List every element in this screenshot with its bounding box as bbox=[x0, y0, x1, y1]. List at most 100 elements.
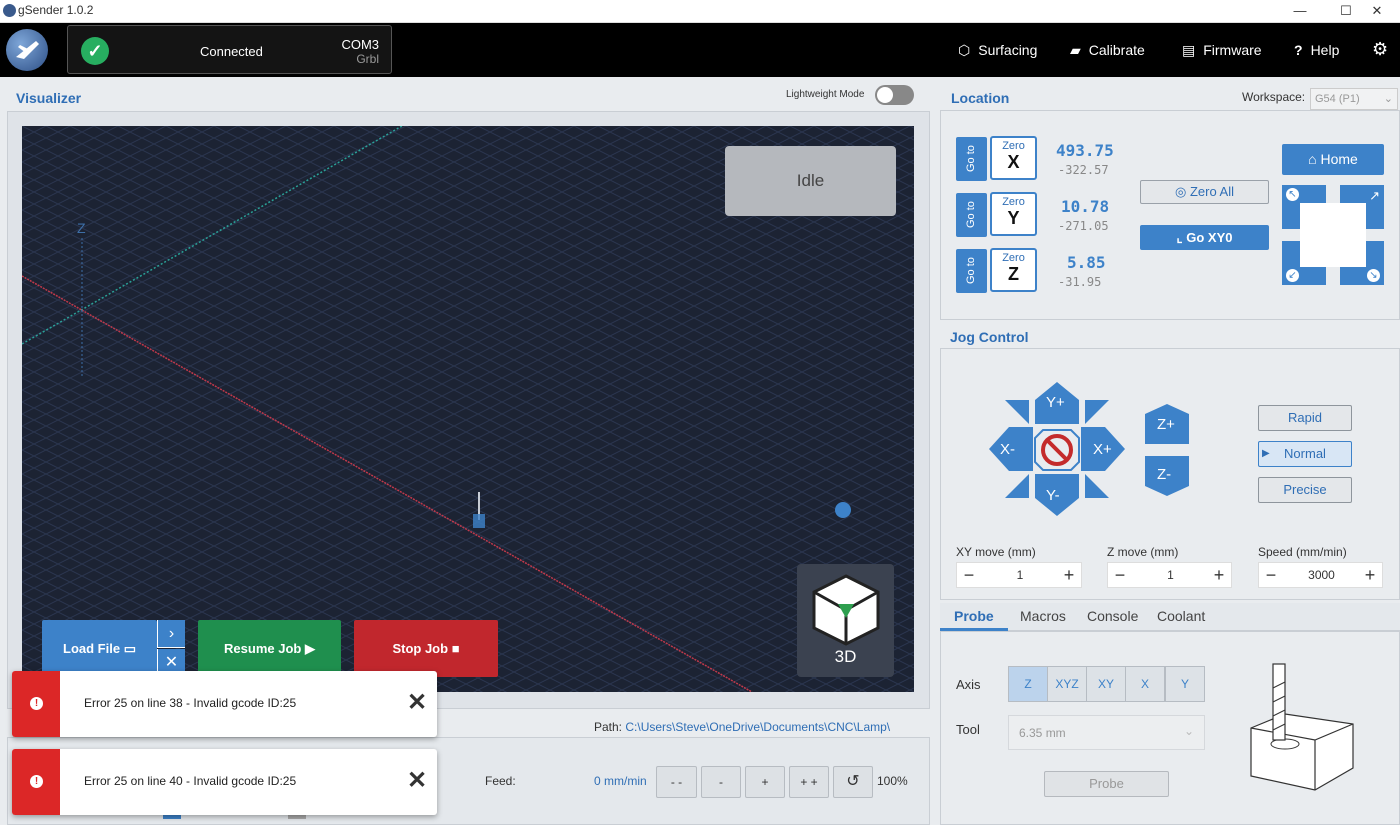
jog-y-plus[interactable]: Y+ bbox=[1046, 394, 1065, 411]
arrow-up-left-icon: ↖ bbox=[1286, 188, 1299, 201]
window-title: gSender 1.0.2 bbox=[18, 3, 94, 17]
jog-x-minus[interactable]: X- bbox=[1000, 441, 1015, 458]
xy-move-label: XY move (mm) bbox=[956, 545, 1036, 559]
load-file-label: Load File bbox=[63, 641, 121, 656]
surfacing-link[interactable]: ⬡ Surfacing bbox=[958, 42, 1037, 59]
goto-x-button[interactable]: Go to bbox=[956, 137, 987, 181]
jog-z-plus[interactable]: Z+ bbox=[1157, 416, 1175, 433]
jog-y-minus[interactable]: Y- bbox=[1046, 487, 1060, 504]
close-icon[interactable]: ✕ bbox=[407, 766, 427, 795]
error-notification: ! Error 25 on line 40 - Invalid gcode ID… bbox=[12, 749, 437, 815]
folder-icon: ▭ bbox=[123, 641, 136, 656]
origin-marker bbox=[835, 502, 851, 518]
probe-button[interactable]: Probe bbox=[1044, 771, 1169, 797]
feed-decrease-10-button[interactable]: - - bbox=[656, 766, 697, 798]
cube-icon bbox=[812, 574, 879, 646]
machine-state-badge: Idle bbox=[725, 146, 896, 216]
arrow-up-right-icon: ↗ bbox=[1369, 188, 1380, 203]
minimize-button[interactable]: — bbox=[1277, 0, 1323, 23]
selected-indicator-icon: ▶ bbox=[1262, 448, 1270, 459]
zero-label: Zero bbox=[1002, 252, 1025, 264]
feed-increase-10-button[interactable]: + + bbox=[789, 766, 829, 798]
probe-axis-xyz[interactable]: XYZ bbox=[1047, 666, 1087, 702]
feed-override-percent: 100% bbox=[877, 774, 908, 788]
home-button[interactable]: ⌂ Home bbox=[1282, 144, 1384, 175]
probe-axis-xy[interactable]: XY bbox=[1086, 666, 1126, 702]
load-file-button[interactable]: Load File ▭ bbox=[42, 620, 157, 677]
tab-console[interactable]: Console bbox=[1087, 608, 1138, 624]
connection-port: COM3 bbox=[341, 37, 379, 52]
jog-control-title: Jog Control bbox=[950, 329, 1029, 345]
speed-value[interactable]: 3000 bbox=[1283, 563, 1360, 587]
arrow-down-left-icon: ↙ bbox=[1286, 269, 1299, 282]
z-decrease-button[interactable]: − bbox=[1108, 563, 1132, 587]
z-move-stepper[interactable]: − 1 + bbox=[1107, 562, 1232, 588]
gsender-logo bbox=[6, 29, 48, 71]
speed-decrease-button[interactable]: − bbox=[1259, 563, 1283, 587]
z-move-value[interactable]: 1 bbox=[1132, 563, 1209, 587]
location-title: Location bbox=[951, 90, 1010, 106]
calibrate-link[interactable]: ▰ Calibrate bbox=[1070, 42, 1145, 59]
xy-move-value[interactable]: 1 bbox=[981, 563, 1059, 587]
lightweight-mode-toggle[interactable] bbox=[875, 85, 914, 105]
jog-x-plus[interactable]: X+ bbox=[1093, 441, 1112, 458]
stop-jog-icon[interactable] bbox=[1043, 430, 1071, 468]
path-value[interactable]: C:\Users\Steve\OneDrive\Documents\CNC\La… bbox=[625, 720, 890, 734]
speed-increase-button[interactable]: + bbox=[1358, 563, 1382, 587]
tab-macros[interactable]: Macros bbox=[1020, 608, 1066, 624]
error-icon: ! bbox=[30, 697, 43, 710]
chart-icon: ⌞ bbox=[1176, 230, 1183, 245]
help-link[interactable]: ? Help bbox=[1294, 42, 1339, 58]
probe-axis-label: Axis bbox=[956, 677, 981, 692]
error-notification: ! Error 25 on line 38 - Invalid gcode ID… bbox=[12, 671, 437, 737]
probe-axis-x[interactable]: X bbox=[1125, 666, 1165, 702]
close-window-button[interactable]: ✕ bbox=[1354, 0, 1400, 23]
zero-all-button[interactable]: ◎ Zero All bbox=[1140, 180, 1269, 204]
target-icon: ◎ bbox=[1174, 184, 1187, 199]
chevron-right-icon[interactable]: › bbox=[157, 620, 185, 648]
go-xy0-button[interactable]: ⌞ Go XY0 bbox=[1140, 225, 1269, 250]
tab-coolant[interactable]: Coolant bbox=[1157, 608, 1205, 624]
probe-axis-z[interactable]: Z bbox=[1008, 666, 1048, 702]
goto-z-button[interactable]: Go to bbox=[956, 249, 987, 293]
xy-move-stepper[interactable]: − 1 + bbox=[956, 562, 1082, 588]
zero-z-button[interactable]: Zero Z bbox=[990, 248, 1037, 292]
feed-increase-1-button[interactable]: + bbox=[745, 766, 785, 798]
rapid-speed-button[interactable]: Rapid bbox=[1258, 405, 1352, 431]
gear-icon[interactable]: ⚙ bbox=[1372, 39, 1388, 60]
probe-tool-select[interactable]: 6.35 mm ⌄ bbox=[1008, 715, 1205, 750]
jog-z-minus[interactable]: Z- bbox=[1157, 466, 1171, 483]
xy-decrease-button[interactable]: − bbox=[957, 563, 981, 587]
probe-axis-y[interactable]: Y bbox=[1165, 666, 1205, 702]
resume-job-button[interactable]: Resume Job ▶ bbox=[198, 620, 341, 677]
notification-message: Error 25 on line 38 - Invalid gcode ID:2… bbox=[84, 696, 297, 710]
home-label: Home bbox=[1320, 151, 1358, 167]
goto-y-button[interactable]: Go to bbox=[956, 193, 987, 237]
close-icon[interactable]: ✕ bbox=[407, 688, 427, 717]
reset-override-icon[interactable]: ↺ bbox=[833, 766, 873, 798]
app-header: ✓ Connected COM3 Grbl ⬡ Surfacing ▰ Calibr… bbox=[0, 23, 1400, 77]
normal-speed-button[interactable]: ▶ Normal bbox=[1258, 441, 1352, 467]
firmware-link[interactable]: ▤ Firmware bbox=[1182, 42, 1262, 59]
connection-widget[interactable]: ✓ Connected COM3 Grbl bbox=[67, 25, 392, 74]
view-cube-button[interactable]: 3D bbox=[797, 564, 894, 677]
stop-icon: ■ bbox=[451, 641, 460, 656]
tab-indicator-inactive bbox=[288, 815, 306, 819]
check-icon: ✓ bbox=[81, 37, 109, 65]
zero-x-button[interactable]: Zero X bbox=[990, 136, 1037, 180]
workspace-select[interactable]: G54 (P1) ⌄ bbox=[1310, 88, 1398, 110]
x-work-position: 493.75 bbox=[1056, 141, 1114, 160]
zero-y-button[interactable]: Zero Y bbox=[990, 192, 1037, 236]
workspace-value: G54 (P1) bbox=[1315, 93, 1360, 105]
speed-stepper[interactable]: − 3000 + bbox=[1258, 562, 1383, 588]
feed-decrease-1-button[interactable]: - bbox=[701, 766, 741, 798]
play-icon: ▶ bbox=[304, 641, 315, 656]
file-path: Path: C:\Users\Steve\OneDrive\Documents\… bbox=[594, 720, 930, 734]
probe-diagram-image bbox=[1250, 663, 1354, 791]
z-increase-button[interactable]: + bbox=[1207, 563, 1231, 587]
precise-speed-button[interactable]: Precise bbox=[1258, 477, 1352, 503]
stop-job-button[interactable]: Stop Job ■ bbox=[354, 620, 498, 677]
chip-icon: ▤ bbox=[1182, 42, 1196, 58]
xy-increase-button[interactable]: + bbox=[1057, 563, 1081, 587]
tab-probe[interactable]: Probe bbox=[954, 608, 994, 624]
